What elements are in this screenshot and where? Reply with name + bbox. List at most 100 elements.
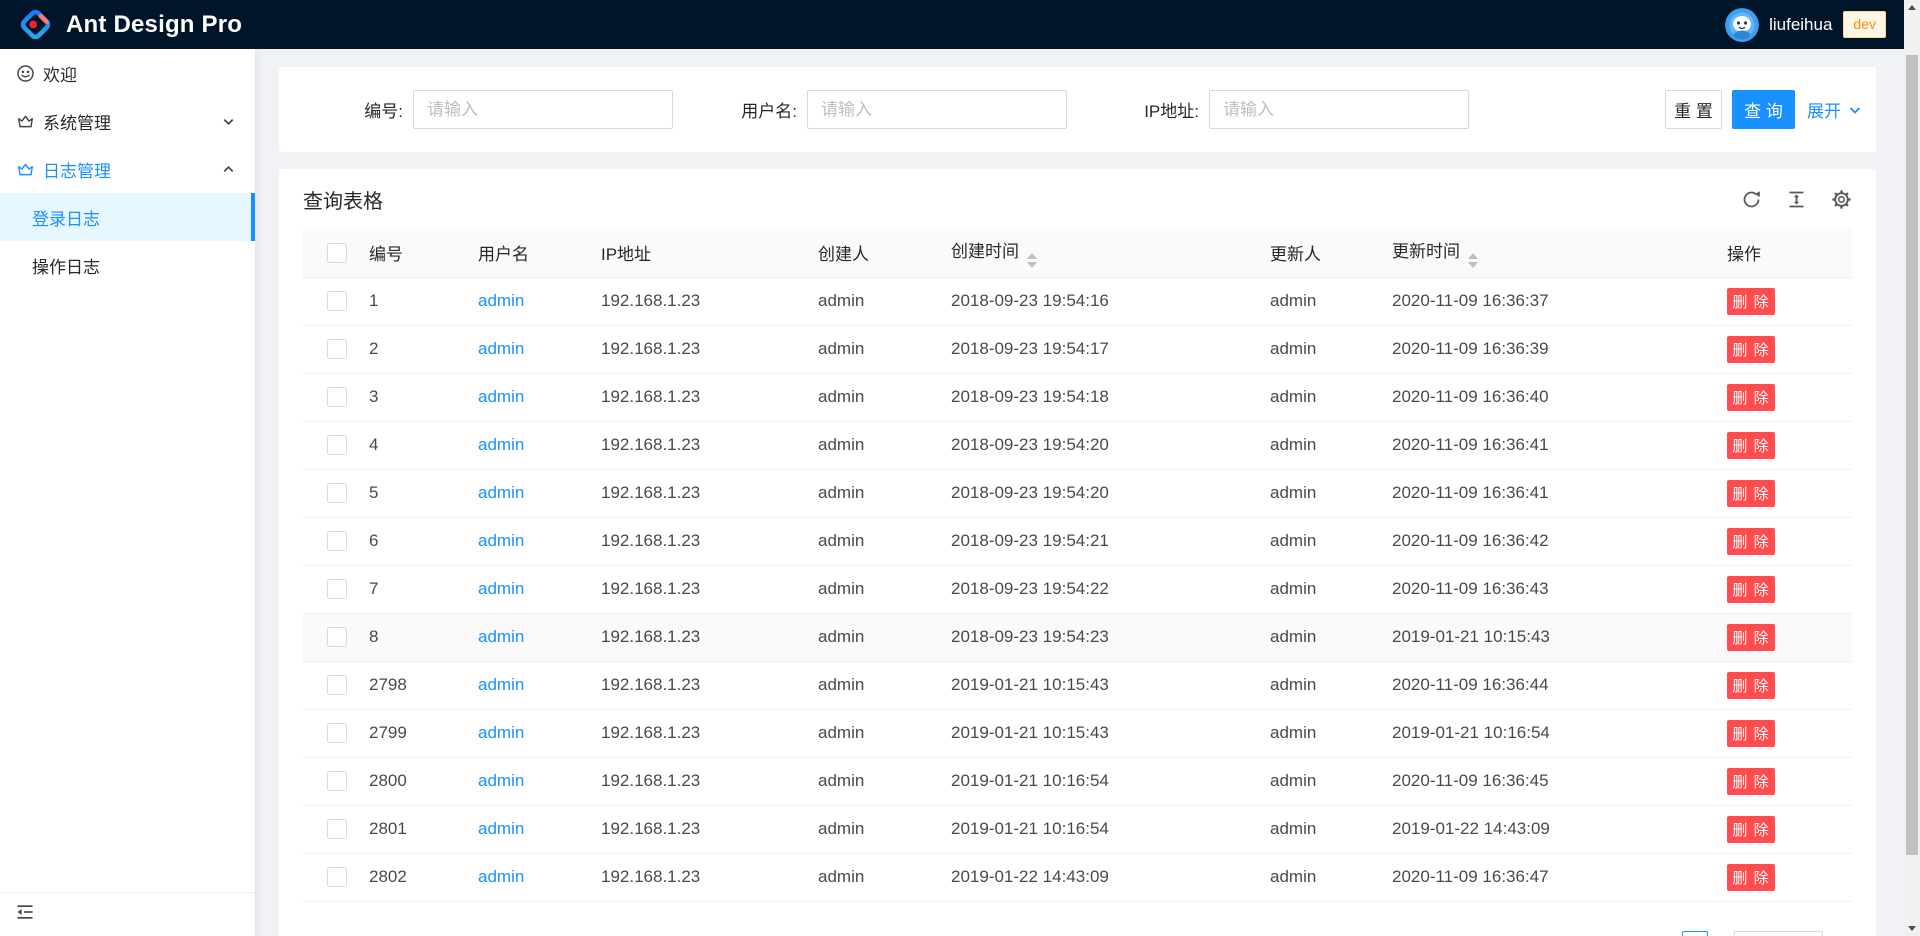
select-all-checkbox[interactable] [327,243,347,263]
sidebar: 欢迎 系统管理 日志管理 登录日志 [0,49,255,936]
pagination-page-size-select[interactable] [1734,931,1823,936]
row-checkbox[interactable] [327,867,347,887]
sidebar-item-label: 操作日志 [32,253,100,278]
cell-updater: admin [1254,757,1376,805]
cell-updated: 2020-11-09 16:36:44 [1376,661,1711,709]
row-checkbox[interactable] [327,627,347,647]
delete-button[interactable]: 删 除 [1727,672,1775,699]
username-input[interactable] [807,90,1067,129]
settings-gear-icon[interactable] [1830,188,1852,210]
row-checkbox[interactable] [327,771,347,791]
reload-icon[interactable] [1740,188,1762,210]
menu-fold-icon[interactable] [15,902,35,927]
sidebar-item-welcome[interactable]: 欢迎 [0,49,255,97]
delete-button[interactable]: 删 除 [1727,720,1775,747]
delete-button[interactable]: 删 除 [1727,864,1775,891]
sidebar-item-label: 欢迎 [43,61,77,86]
cell-creator: admin [802,757,935,805]
row-checkbox[interactable] [327,819,347,839]
delete-button[interactable]: 删 除 [1727,480,1775,507]
sidebar-item-operation-log[interactable]: 操作日志 [0,241,255,289]
cell-updated: 2020-11-09 16:36:39 [1376,325,1711,373]
cell-ip: 192.168.1.23 [585,853,802,901]
delete-button[interactable]: 删 除 [1727,288,1775,315]
cell-creator: admin [802,325,935,373]
cell-creator: admin [802,565,935,613]
username-link[interactable]: admin [478,339,524,358]
cell-created: 2019-01-21 10:16:54 [935,805,1254,853]
delete-button[interactable]: 删 除 [1727,624,1775,651]
table-row: 5 admin 192.168.1.23 admin 2018-09-23 19… [303,469,1852,517]
query-table: 编号 用户名 IP地址 创建人 创建时间 更新人 更新时间 操作 1 admin… [303,229,1852,902]
pagination-active-page[interactable] [1682,931,1708,936]
reset-button[interactable]: 重 置 [1665,90,1722,129]
row-checkbox[interactable] [327,483,347,503]
scrollbar-thumb[interactable] [1906,55,1918,855]
username-link[interactable]: admin [478,435,524,454]
table-header-row: 编号 用户名 IP地址 创建人 创建时间 更新人 更新时间 操作 [303,229,1852,277]
username-link[interactable]: admin [478,675,524,694]
username-link[interactable]: admin [478,291,524,310]
sidebar-item-label: 登录日志 [32,205,100,230]
username-link[interactable]: admin [478,579,524,598]
sidebar-item-log-management[interactable]: 日志管理 [0,145,255,193]
ip-input[interactable] [1209,90,1469,129]
row-checkbox[interactable] [327,531,347,551]
table-row: 2798 admin 192.168.1.23 admin 2019-01-21… [303,661,1852,709]
sidebar-item-system-management[interactable]: 系统管理 [0,97,255,145]
scroll-down-arrow-icon[interactable] [1908,926,1916,931]
cell-creator: admin [802,373,935,421]
scroll-up-arrow-icon[interactable] [1908,5,1916,10]
row-checkbox[interactable] [327,291,347,311]
row-checkbox[interactable] [327,387,347,407]
column-header-updated[interactable]: 更新时间 [1376,229,1711,277]
vertical-scrollbar[interactable] [1904,0,1920,936]
cell-ip: 192.168.1.23 [585,613,802,661]
cell-id: 2799 [353,709,462,757]
column-header-username: 用户名 [462,229,585,277]
table-row: 8 admin 192.168.1.23 admin 2018-09-23 19… [303,613,1852,661]
sort-carets-icon[interactable] [1468,253,1478,268]
username-link[interactable]: admin [478,819,524,838]
expand-link[interactable]: 展开 [1807,67,1862,152]
app-logo-icon[interactable] [19,8,52,41]
cell-ip: 192.168.1.23 [585,325,802,373]
delete-button[interactable]: 删 除 [1727,336,1775,363]
cell-created: 2019-01-21 10:15:43 [935,709,1254,757]
cell-updater: admin [1254,373,1376,421]
cell-updated: 2020-11-09 16:36:43 [1376,565,1711,613]
row-checkbox[interactable] [327,339,347,359]
cell-created: 2019-01-21 10:16:54 [935,757,1254,805]
cell-updater: admin [1254,421,1376,469]
row-checkbox[interactable] [327,675,347,695]
query-button[interactable]: 查 询 [1732,90,1795,129]
cell-creator: admin [802,853,935,901]
column-header-created[interactable]: 创建时间 [935,229,1254,277]
cell-updater: admin [1254,661,1376,709]
username-link[interactable]: admin [478,387,524,406]
username-link[interactable]: admin [478,867,524,886]
delete-button[interactable]: 删 除 [1727,816,1775,843]
sidebar-item-login-log[interactable]: 登录日志 [0,193,255,241]
cell-created: 2018-09-23 19:54:18 [935,373,1254,421]
cell-updated: 2020-11-09 16:36:47 [1376,853,1711,901]
username-link[interactable]: admin [478,723,524,742]
id-input[interactable] [413,90,673,129]
delete-button[interactable]: 删 除 [1727,768,1775,795]
account-area[interactable]: liufeihua dev [1725,8,1886,42]
delete-button[interactable]: 删 除 [1727,432,1775,459]
username-link[interactable]: admin [478,531,524,550]
username-link[interactable]: admin [478,483,524,502]
delete-button[interactable]: 删 除 [1727,528,1775,555]
chevron-down-icon [222,115,235,128]
row-checkbox[interactable] [327,435,347,455]
row-checkbox[interactable] [327,723,347,743]
density-icon[interactable] [1785,188,1807,210]
cell-creator: admin [802,613,935,661]
row-checkbox[interactable] [327,579,347,599]
sort-carets-icon[interactable] [1027,253,1037,268]
username-link[interactable]: admin [478,627,524,646]
username-link[interactable]: admin [478,771,524,790]
delete-button[interactable]: 删 除 [1727,384,1775,411]
delete-button[interactable]: 删 除 [1727,576,1775,603]
